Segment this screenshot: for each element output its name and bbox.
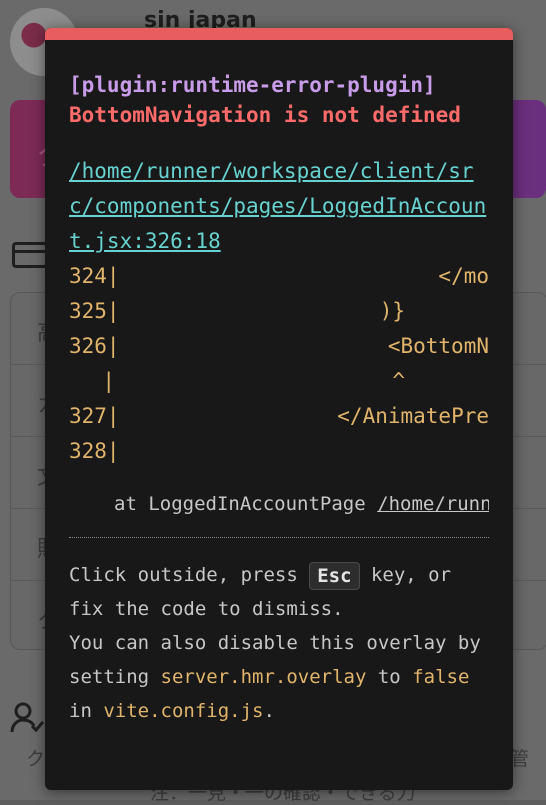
line-number: 324|: [69, 264, 120, 288]
error-caret: ^: [392, 369, 405, 393]
dismiss-tip: Click outside, press Esc key, or fix the…: [69, 558, 489, 728]
error-overlay[interactable]: [plugin:runtime-error-plugin] BottomNavi…: [45, 28, 513, 790]
esc-key: Esc: [309, 561, 360, 590]
line-code: )}: [379, 299, 405, 323]
code-line: 328|: [69, 434, 489, 469]
line-number: 325|: [69, 299, 120, 323]
stack-file-link[interactable]: /home/runn: [377, 493, 489, 515]
line-code: <BottomN: [387, 334, 489, 358]
code-frame: 324| </mo 325| )} 326| <BottomN | ^ 327|…: [69, 259, 489, 469]
credit-card-icon: [12, 242, 48, 268]
code-line: 325| )}: [69, 294, 489, 329]
error-file-link[interactable]: /home/runner/workspace/client/src/compon…: [69, 154, 489, 259]
line-number: |: [102, 369, 115, 393]
line-number: 326|: [69, 334, 120, 358]
plugin-label: [plugin:runtime-error-plugin]: [69, 73, 436, 97]
line-number: 327|: [69, 404, 120, 428]
stack-function: at LoggedInAccountPage: [114, 493, 366, 515]
tip-text: to: [366, 666, 413, 688]
tip-text: Click outside, press: [69, 564, 310, 586]
tip-text: .: [263, 700, 275, 722]
line-number: 328|: [69, 439, 120, 463]
error-accent-bar: [45, 28, 513, 40]
config-file: vite.config.js: [103, 700, 264, 722]
line-code: </mo: [438, 264, 489, 288]
stack-trace: at LoggedInAccountPage /home/runn: [69, 489, 489, 519]
error-message: BottomNavigation is not defined: [69, 103, 461, 127]
code-line: 324| </mo: [69, 259, 489, 294]
code-line: 327| </AnimatePre: [69, 399, 489, 434]
config-value: false: [412, 666, 470, 688]
line-code: </AnimatePre: [337, 404, 489, 428]
config-option: server.hmr.overlay: [160, 666, 367, 688]
user-check-icon: [10, 700, 45, 734]
tip-text: in: [69, 700, 104, 722]
code-line: | ^: [69, 364, 489, 399]
divider: [69, 537, 489, 538]
error-body: [plugin:runtime-error-plugin] BottomNavi…: [45, 40, 513, 728]
code-line: 326| <BottomN: [69, 329, 489, 364]
footer-left-text: ク: [26, 748, 46, 770]
